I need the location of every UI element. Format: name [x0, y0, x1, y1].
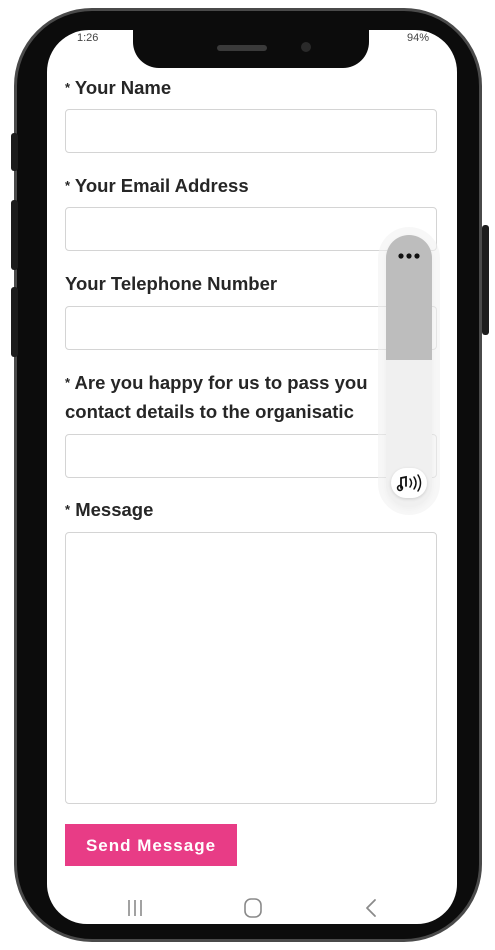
recent-apps-icon[interactable] — [115, 892, 155, 924]
email-label-text: Your Email Address — [74, 175, 249, 196]
consent-input[interactable] — [65, 434, 437, 478]
side-button-volume-up — [11, 200, 18, 270]
name-label: * Your Name — [65, 74, 171, 102]
floating-widget[interactable] — [386, 235, 432, 507]
name-input[interactable] — [65, 109, 437, 153]
consent-label-line1: Are you happy for us to pass you — [74, 372, 368, 393]
status-battery: 94% — [406, 32, 429, 44]
side-button-mute — [11, 133, 18, 171]
home-icon[interactable] — [233, 892, 273, 924]
consent-label-2: contact details to the organisatic — [65, 398, 354, 426]
back-icon[interactable] — [351, 892, 391, 924]
phone-label: Your Telephone Number — [65, 270, 277, 298]
speaker-icon — [217, 45, 267, 51]
email-input[interactable] — [65, 207, 437, 251]
required-marker: * — [65, 178, 71, 193]
music-sound-icon[interactable] — [391, 468, 427, 498]
more-horizontal-icon[interactable] — [386, 241, 432, 271]
email-label: * Your Email Address — [65, 172, 249, 200]
phone-label-text: Your Telephone Number — [65, 273, 278, 294]
camera-icon — [301, 42, 311, 52]
message-textarea[interactable] — [65, 532, 437, 804]
navigation-bar — [47, 892, 457, 924]
notch — [133, 30, 369, 68]
consent-label-line2: contact details to the organisatic — [65, 401, 354, 422]
send-message-button[interactable]: Send Message — [65, 824, 237, 866]
message-label: * Message — [65, 496, 153, 524]
status-time: 1:26 — [77, 32, 99, 44]
phone-input[interactable] — [65, 306, 437, 350]
message-label-text: Message — [75, 499, 154, 520]
name-label-text: Your Name — [74, 77, 172, 98]
consent-label: * Are you happy for us to pass you — [65, 369, 368, 397]
phone-screen: 1:26 94% * Your Name * Your Email Addres… — [47, 30, 457, 924]
required-marker: * — [65, 502, 71, 517]
side-button-volume-down — [11, 287, 18, 357]
side-button-power — [482, 225, 489, 335]
required-marker: * — [65, 375, 71, 390]
required-marker: * — [65, 80, 71, 95]
